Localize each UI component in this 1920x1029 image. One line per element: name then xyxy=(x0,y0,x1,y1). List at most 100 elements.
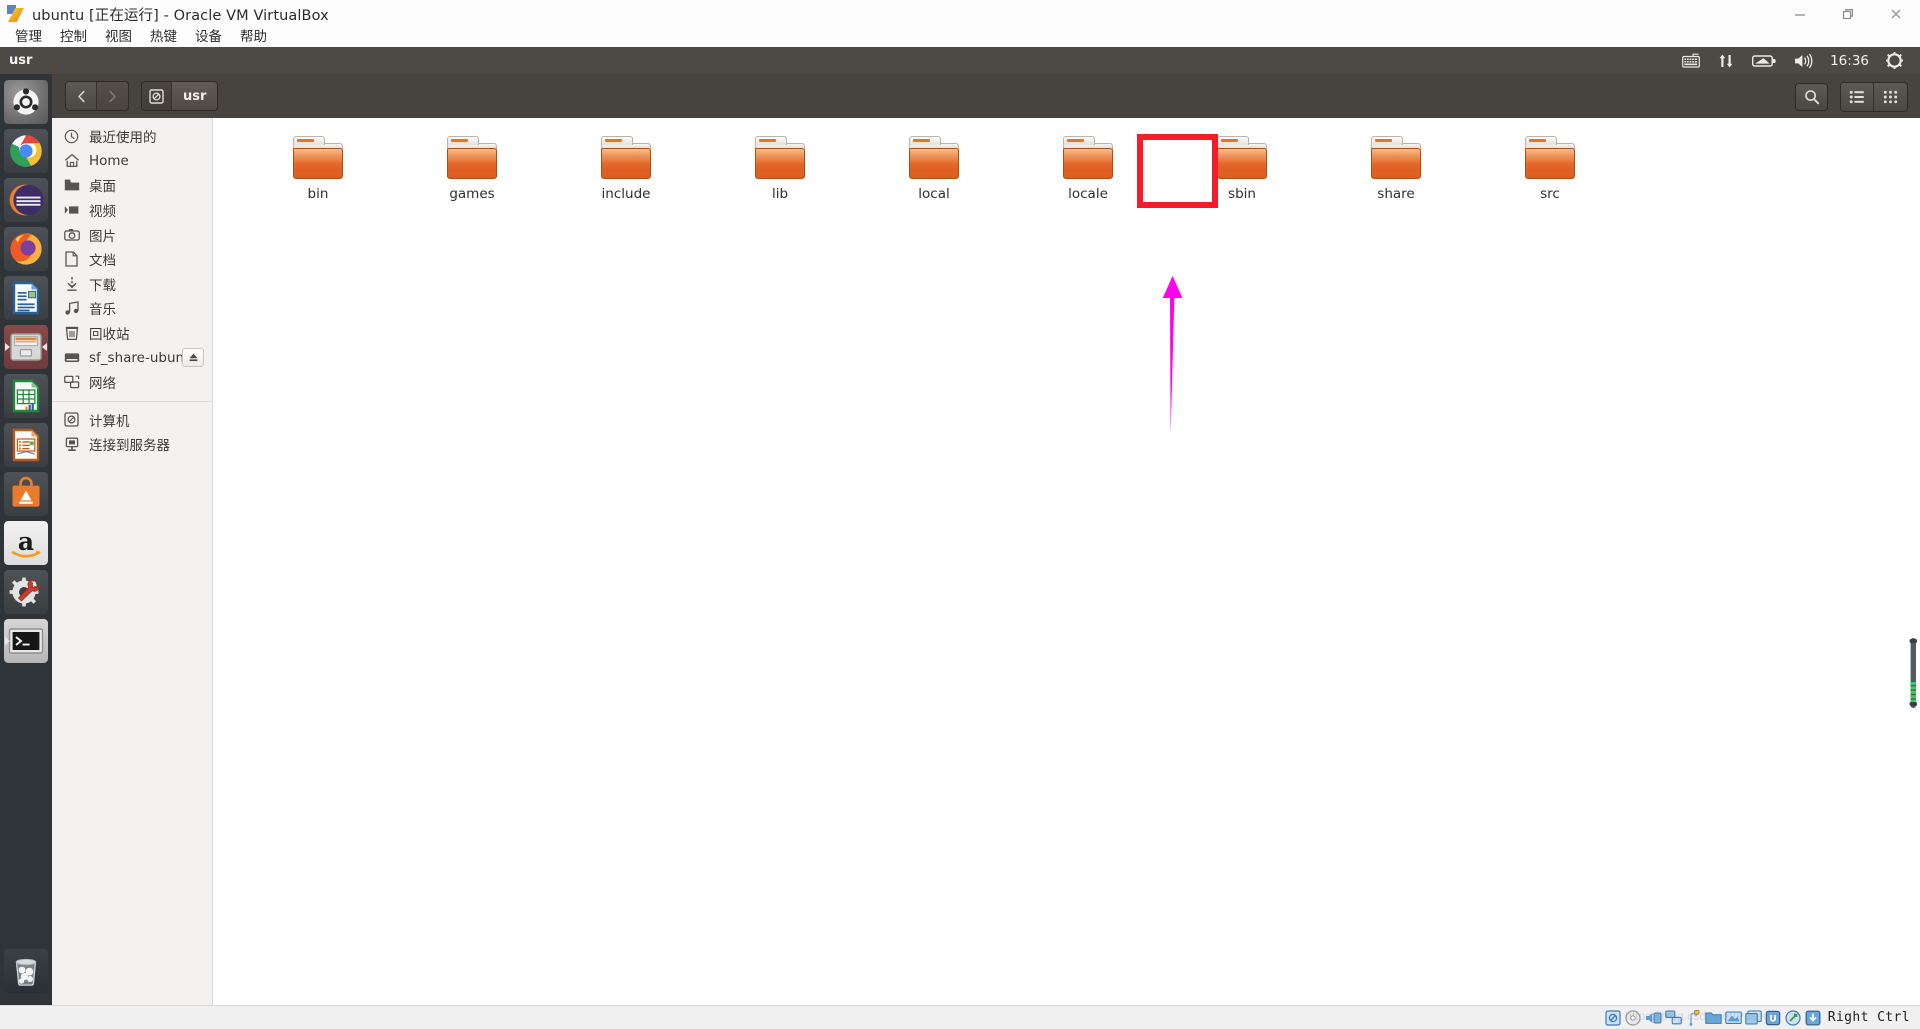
sidebar-item-downloads[interactable]: 下载 xyxy=(52,272,212,297)
launcher-amazon[interactable]: a xyxy=(4,521,48,565)
session-indicator[interactable] xyxy=(1877,47,1912,74)
video-capture-icon[interactable] xyxy=(1744,1009,1762,1026)
mouse-integration-icon[interactable] xyxy=(1785,1009,1802,1026)
folder-icon xyxy=(1061,136,1115,181)
host-key-label: Right Ctrl xyxy=(1827,1010,1910,1025)
desktop-folder-icon xyxy=(62,177,81,193)
network-indicator[interactable] xyxy=(1709,47,1743,74)
sidebar-item-label: 下载 xyxy=(89,277,116,294)
display-icon[interactable] xyxy=(1724,1009,1742,1026)
folder-icon xyxy=(291,136,345,181)
panel-app-title: usr xyxy=(9,53,33,68)
file-item-local[interactable]: local xyxy=(857,128,1011,216)
minimize-button[interactable] xyxy=(1776,0,1824,28)
virtualbox-statusbar: https://blog.csdn.net/Pased U Right Ctrl xyxy=(0,1005,1920,1029)
back-button[interactable] xyxy=(66,82,97,110)
launcher-dash[interactable] xyxy=(4,80,48,124)
sidebar-item-home[interactable]: Home xyxy=(52,149,212,174)
harddisk-icon[interactable] xyxy=(1605,1009,1622,1026)
file-item-sbin[interactable]: sbin xyxy=(1165,128,1319,216)
forward-button[interactable] xyxy=(97,82,128,110)
panel-clock[interactable]: 16:36 xyxy=(1822,53,1877,69)
menu-view[interactable]: 视图 xyxy=(96,28,141,47)
file-item-share[interactable]: share xyxy=(1319,128,1473,216)
sidebar-item-sf-share-ubuntu[interactable]: sf_share-ubuntu xyxy=(52,345,212,370)
sidebar-separator xyxy=(52,400,212,402)
grid-view-button[interactable] xyxy=(1874,83,1907,111)
navigation-buttons xyxy=(65,81,129,111)
search-button[interactable] xyxy=(1795,83,1828,111)
launcher-files[interactable] xyxy=(4,325,48,369)
sidebar-item-computer[interactable]: 计算机 xyxy=(52,408,212,433)
drive-icon xyxy=(62,350,81,366)
eject-button[interactable] xyxy=(182,348,204,368)
nautilus-window: usr 最近使用的 Home 桌面 视频 图片 文档 下载 音乐 回收站 sf_… xyxy=(52,74,1920,1005)
video-icon xyxy=(62,202,81,218)
file-icon-view[interactable]: bin games include lib local locale sbin … xyxy=(213,118,1920,1005)
menu-manage[interactable]: 管理 xyxy=(6,28,51,47)
keyboard-capture-icon[interactable] xyxy=(1805,1009,1822,1026)
sidebar-item-recent[interactable]: 最近使用的 xyxy=(52,124,212,149)
launcher-eclipse[interactable] xyxy=(4,178,48,222)
virtualbox-menubar: 管理 控制 视图 热键 设备 帮助 xyxy=(0,28,1920,47)
launcher-calc[interactable] xyxy=(4,374,48,418)
launcher-trash[interactable] xyxy=(4,949,48,993)
optical-disk-icon[interactable] xyxy=(1625,1009,1642,1026)
scrollbar[interactable] xyxy=(1909,638,1918,708)
file-item-label: local xyxy=(918,186,950,202)
keyboard-indicator[interactable] xyxy=(1673,47,1709,74)
sidebar-item-network[interactable]: 网络 xyxy=(52,370,212,395)
file-item-lib[interactable]: lib xyxy=(703,128,857,216)
volume-indicator[interactable] xyxy=(1785,47,1822,74)
svg-text:a: a xyxy=(18,527,34,556)
launcher-terminal[interactable] xyxy=(4,619,48,663)
menu-help[interactable]: 帮助 xyxy=(231,28,276,47)
launcher-firefox[interactable] xyxy=(4,227,48,271)
audio-icon[interactable] xyxy=(1645,1009,1662,1026)
sidebar-item-label: 桌面 xyxy=(89,179,116,196)
launcher-settings[interactable] xyxy=(4,570,48,614)
guest-screen: usr 16:36 a usr 最近使用的 Home 桌面 视频 图片 文档 下… xyxy=(0,47,1920,1005)
processor-icon[interactable]: U xyxy=(1765,1009,1782,1026)
file-item-label: lib xyxy=(771,186,789,202)
breadcrumb: usr xyxy=(141,81,219,111)
sidebar-item-label: 计算机 xyxy=(89,413,130,430)
folder-icon xyxy=(1369,136,1423,181)
view-mode-toggle xyxy=(1840,82,1908,112)
sidebar-item-label: 音乐 xyxy=(89,302,116,319)
launcher-software[interactable] xyxy=(4,472,48,516)
virtualbox-window: ubuntu [正在运行] - Oracle VM VirtualBox 管理 … xyxy=(0,0,1920,1029)
menu-input[interactable]: 热键 xyxy=(141,28,186,47)
menu-devices[interactable]: 设备 xyxy=(186,28,231,47)
home-icon xyxy=(62,153,81,169)
breadcrumb-computer[interactable] xyxy=(142,82,172,110)
launcher-chrome[interactable] xyxy=(4,129,48,173)
sidebar-item-desktop[interactable]: 桌面 xyxy=(52,173,212,198)
sidebar-item-trash[interactable]: 回收站 xyxy=(52,321,212,346)
sidebar-item-music[interactable]: 音乐 xyxy=(52,296,212,321)
file-item-label: src xyxy=(1540,186,1560,202)
launcher-writer[interactable] xyxy=(4,276,48,320)
file-item-include[interactable]: include xyxy=(549,128,703,216)
shared-folder-icon[interactable] xyxy=(1705,1009,1722,1026)
sidebar-item-pictures[interactable]: 图片 xyxy=(52,222,212,247)
trash-icon xyxy=(62,325,81,341)
list-view-button[interactable] xyxy=(1841,83,1874,111)
sidebar-item-documents[interactable]: 文档 xyxy=(52,247,212,272)
sidebar-item-connect-to-server[interactable]: 连接到服务器 xyxy=(52,432,212,457)
folder-icon xyxy=(1523,136,1577,181)
toolbar-right-controls xyxy=(1795,82,1908,112)
breadcrumb-usr[interactable]: usr xyxy=(172,82,218,110)
launcher-impress[interactable] xyxy=(4,423,48,467)
usb-icon[interactable] xyxy=(1685,1009,1702,1026)
menu-machine[interactable]: 控制 xyxy=(51,28,96,47)
file-item-src[interactable]: src xyxy=(1473,128,1627,216)
restore-button[interactable] xyxy=(1824,0,1872,28)
file-item-games[interactable]: games xyxy=(395,128,549,216)
sidebar-item-videos[interactable]: 视频 xyxy=(52,198,212,223)
file-item-bin[interactable]: bin xyxy=(241,128,395,216)
file-item-locale[interactable]: locale xyxy=(1011,128,1165,216)
battery-indicator[interactable] xyxy=(1743,47,1785,74)
network-icon[interactable] xyxy=(1664,1009,1682,1026)
close-button[interactable] xyxy=(1872,0,1920,28)
